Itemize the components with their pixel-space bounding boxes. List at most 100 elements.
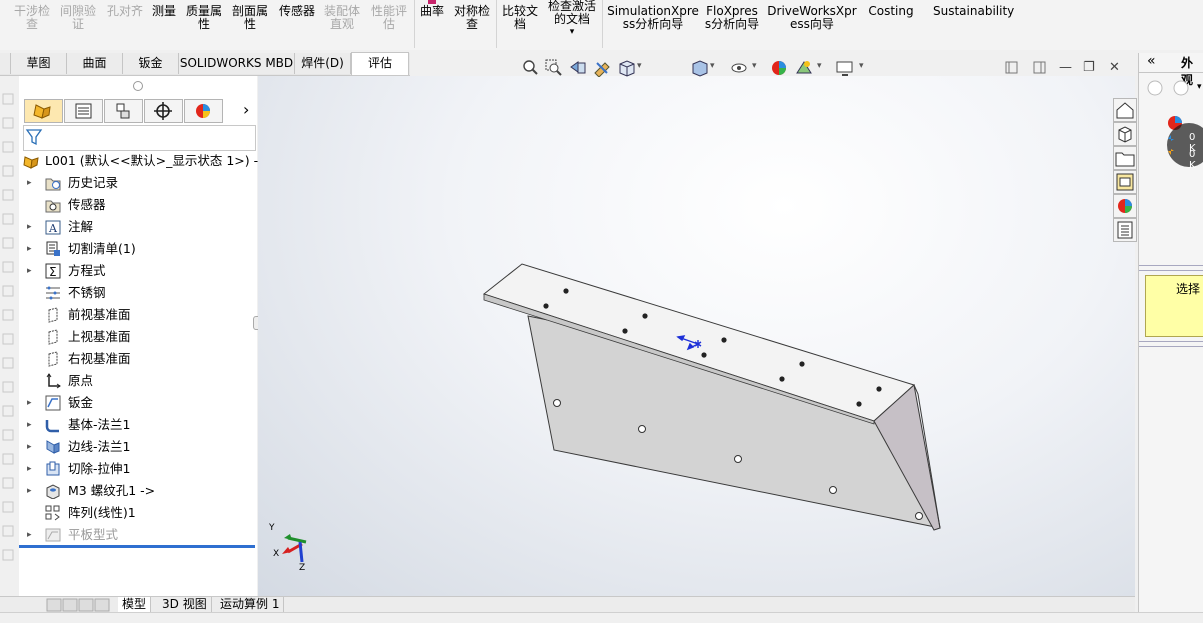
display-style-icon[interactable] [690,59,708,77]
flat-pattern-icon [45,528,61,542]
panel-tab-property-manager[interactable] [64,99,103,123]
driveworksxpress-button[interactable]: DriveWorksXpress向导 [764,0,860,31]
tab-weldments[interactable]: 焊件(D) [295,53,351,74]
triad-z-label: Z [299,563,306,573]
panel-tab-configuration-manager[interactable] [104,99,143,123]
appearances-tab[interactable] [1113,194,1137,218]
chevron-down-icon[interactable]: ▾ [752,61,757,71]
graphics-viewport[interactable]: Y X Z [258,76,1135,596]
maximize-button[interactable]: ❐ [1083,60,1095,75]
task-pane-splitter[interactable] [1139,265,1203,271]
simulationxpress-button[interactable]: SimulationXpress分析向导 [607,0,699,31]
section-view-icon[interactable] [593,59,611,77]
view-orientation-icon[interactable] [617,59,635,77]
minimize-button[interactable]: — [1059,60,1072,75]
expand-arrow-icon[interactable]: ▸ [27,173,35,193]
costing-button[interactable]: Costing [866,0,916,18]
expand-arrow-icon[interactable]: ▸ [27,525,35,545]
task-pane-tabs [1113,98,1137,243]
compare-documents-button[interactable]: 比较文档 [500,0,540,31]
back-forward-icons[interactable] [1147,79,1197,97]
sheet-metal-folder-icon [45,395,61,411]
command-manager-tabs: 草图 曲面 钣金 SOLIDWORKS MBD 焊件(D) 评估 [0,52,410,76]
custom-properties-tab[interactable] [1113,218,1137,242]
expand-arrow-icon[interactable]: ▸ [27,217,35,237]
expand-arrow-icon[interactable]: ▸ [27,481,35,501]
tab-sketch[interactable]: 草图 [11,53,67,74]
tab-surfaces[interactable]: 曲面 [67,53,123,74]
chevron-down-icon[interactable]: ▾ [859,61,864,71]
task-pane-collapse[interactable]: « [1147,53,1156,69]
hide-show-items-icon[interactable] [730,59,748,77]
tab-3d-views[interactable]: 3D 视图 [158,597,212,612]
rollback-bar[interactable] [19,545,255,548]
close-button[interactable]: ✕ [1109,60,1120,75]
section-properties-button[interactable]: 剖面属性 [231,0,269,31]
measure-button[interactable]: 测量 [150,0,178,18]
feature-tree-filter[interactable] [23,125,256,151]
tab-sheet-metal[interactable]: 钣金 [123,53,179,74]
performance-evaluation-button[interactable]: 性能评估 [369,0,409,31]
previous-view-icon[interactable] [569,59,587,77]
filter-icon [25,129,43,146]
chevron-down-icon[interactable]: ▾ [817,61,822,71]
panel-tab-display-manager[interactable] [184,99,223,123]
tile-window-icon[interactable] [1033,61,1047,75]
check-active-document-button[interactable]: 检查激活的文档 ▾ [546,0,598,39]
zoom-to-fit-icon[interactable] [521,59,539,77]
assembly-visualization-button[interactable]: 装配体直观 [323,0,361,31]
hole-alignment-button[interactable]: 孔对齐 [105,0,145,18]
panel-tab-feature-manager[interactable] [24,99,63,123]
heads-up-view-toolbar: ▾ ▾ ▾ ▾ ▾ [518,59,878,79]
tab-evaluate[interactable]: 评估 [351,52,409,75]
tab-model[interactable]: 模型 [118,597,152,612]
task-pane-splitter[interactable] [1139,341,1203,347]
panel-expand-arrow[interactable]: › [243,100,249,119]
scene-light-value-2: 0 K [1189,149,1196,171]
curvature-button[interactable]: 曲率 [418,0,446,18]
solidworks-resources-tab[interactable] [1113,98,1137,122]
task-pane-divider [1139,72,1203,73]
sensor-button[interactable]: 传感器 [277,0,317,18]
expand-arrow-icon[interactable]: ▸ [27,393,35,413]
sustainability-button[interactable]: Sustainability [933,0,1014,18]
mass-properties-button[interactable]: 质量属性 [185,0,223,31]
restore-down-icon[interactable] [1005,61,1019,75]
symmetry-check-button[interactable]: 对称检查 [452,0,492,31]
view-setting-icon[interactable] [836,59,854,77]
panel-tab-dimxpert[interactable] [144,99,183,123]
home-icon [1116,102,1134,119]
hole-wizard-icon [46,484,60,499]
zoom-to-area-icon[interactable] [545,59,563,77]
expand-arrow-icon[interactable]: ▸ [27,459,35,479]
tab-scroll-left[interactable] [0,53,11,74]
document-window-controls: — ❐ ✕ [1005,60,1125,76]
expand-arrow-icon[interactable]: ▸ [27,261,35,281]
expand-arrow-icon[interactable]: ▸ [27,239,35,259]
plane-icon [48,351,58,367]
expand-arrow-icon[interactable]: ▸ [27,437,35,457]
tab-motion-study[interactable]: 运动算例 1 [216,597,285,612]
ribbon-separator [602,0,603,48]
interference-check-button[interactable]: 干涉检查 [13,0,51,31]
tab-solidworks-mbd[interactable]: SOLIDWORKS MBD [179,53,295,74]
apply-scene-icon[interactable] [795,59,813,77]
view-palette-icon [1116,173,1134,191]
tab-navigation-arrows[interactable] [46,598,112,612]
file-explorer-tab[interactable] [1113,146,1137,170]
chevron-down-icon[interactable]: ▾ [637,61,642,71]
design-library-tab[interactable] [1113,122,1137,146]
chevron-down-icon[interactable]: ▾ [710,61,715,71]
expand-arrow-icon[interactable]: ▸ [27,415,35,435]
panel-grip[interactable] [133,81,143,91]
sensor-icon [45,200,61,213]
view-palette-tab[interactable] [1113,170,1137,194]
edit-appearance-icon[interactable] [770,59,788,77]
ribbon-separator [496,0,497,48]
chevron-down-icon[interactable]: ▾ [1197,82,1202,92]
material-icon [46,286,60,300]
sheet-metal-part[interactable] [258,76,1135,596]
chevron-down-icon[interactable]: ▾ [546,26,598,39]
floxpress-button[interactable]: FloXpress分析向导 [704,0,760,31]
clearance-verification-button[interactable]: 间隙验证 [57,0,99,31]
